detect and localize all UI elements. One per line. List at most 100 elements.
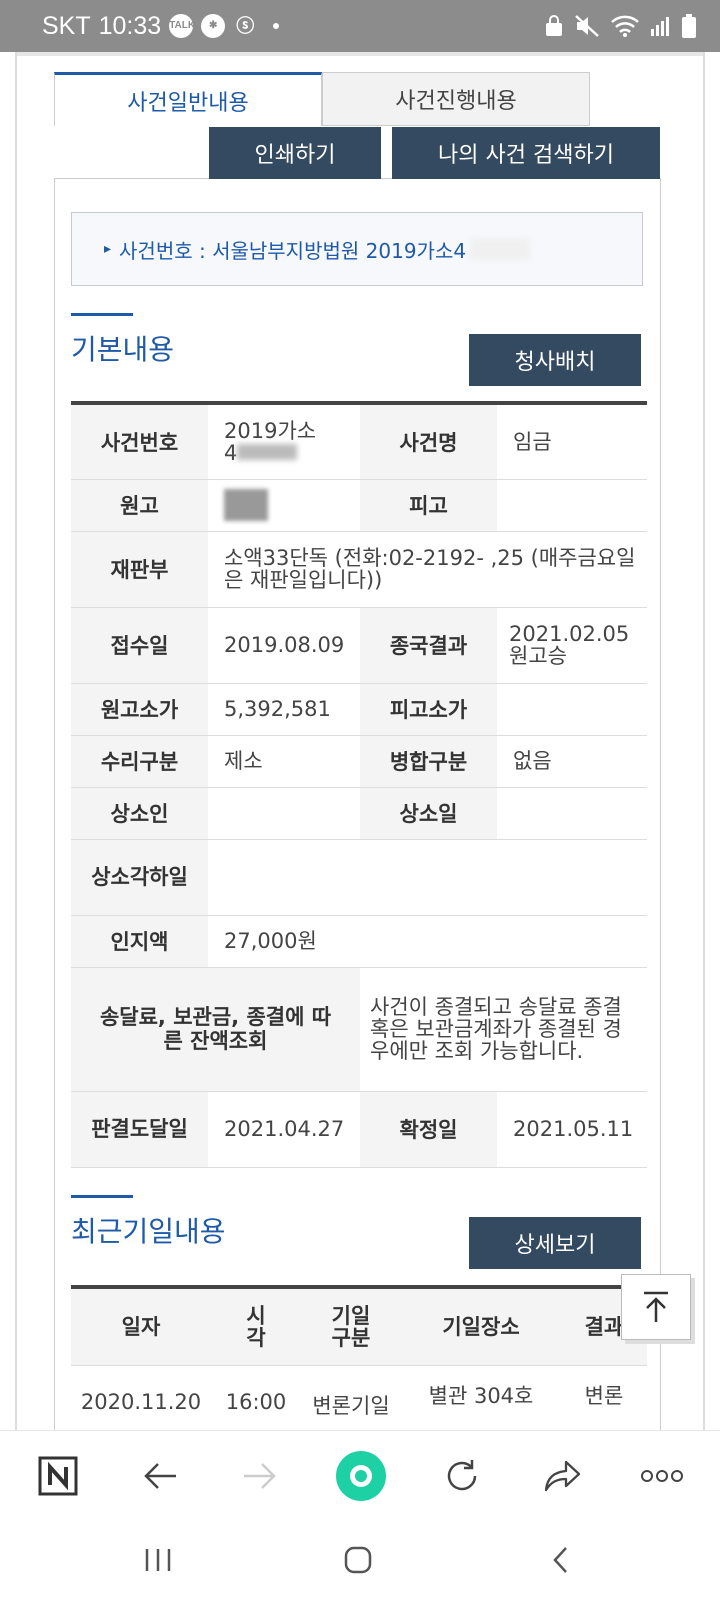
bullet-icon: ▸ xyxy=(104,241,112,257)
table-row: 송달료, 보관금, 종결에 따른 잔액조회 사건이 종결되고 송달료 종결 혹은… xyxy=(71,967,647,1092)
settings-badge-icon: ✱ xyxy=(201,14,226,38)
row-place: 별관 304호 xyxy=(428,1383,534,1408)
final-result-label: 종국결과 xyxy=(360,607,497,684)
judgment-delivery-label: 판결도달일 xyxy=(71,1091,208,1168)
section-accent-bar xyxy=(71,313,133,316)
case-name-label: 사건명 xyxy=(360,403,497,480)
table-row: 원고소가 5,392,581 피고소가 xyxy=(71,683,647,736)
plaintiff-value xyxy=(208,479,360,532)
recent-apps-button[interactable] xyxy=(128,1520,188,1600)
plaintiff-label: 원고 xyxy=(71,479,208,532)
defendant-label: 피고 xyxy=(360,479,497,532)
green-dot-icon xyxy=(336,1451,386,1501)
row-result: 변론 xyxy=(584,1383,624,1408)
received-date-label: 접수일 xyxy=(71,607,208,684)
acceptance-type-value: 제소 xyxy=(208,735,360,788)
appeal-dismissal-value xyxy=(208,839,647,916)
more-dots-icon xyxy=(641,1470,683,1482)
carrier: SKT xyxy=(42,11,91,40)
defendant-claim-label: 피고소가 xyxy=(360,683,497,736)
case-no-label: 사건번호 xyxy=(71,403,208,480)
table-row: 상소각하일 xyxy=(71,839,647,916)
plaintiff-claim-value: 5,392,581 xyxy=(208,683,360,736)
table-header-row: 일자 시각 기일구분 기일장소 결과 xyxy=(71,1287,647,1366)
table-row: 원고 피고 xyxy=(71,479,647,532)
share-button[interactable] xyxy=(532,1431,592,1521)
system-back-button[interactable] xyxy=(530,1520,590,1600)
section-accent-bar xyxy=(71,1195,133,1198)
confirmed-date-label: 확정일 xyxy=(360,1091,497,1168)
balance-inquiry-label: 송달료, 보관금, 종결에 따른 잔액조회 xyxy=(71,967,360,1092)
appeal-date-value xyxy=(497,787,647,840)
appeal-dismissal-label: 상소각하일 xyxy=(71,839,208,916)
scroll-to-top-button[interactable] xyxy=(621,1274,691,1340)
print-button[interactable]: 인쇄하기 xyxy=(209,127,381,179)
case-number-box: ▸ 사건번호 : 서울남부지방법원 2019가소4 xyxy=(71,212,643,286)
arrow-up-icon xyxy=(644,1291,668,1322)
green-dot-button[interactable] xyxy=(330,1431,392,1521)
basic-info-table: 사건번호 2019가소 4 사건명 임금 원고 피고 재판부 소액33단독 (전화… xyxy=(71,401,647,1168)
tab-general-info[interactable]: 사건일반내용 xyxy=(54,72,322,126)
share-arrow-icon xyxy=(544,1460,581,1492)
appeal-date-label: 상소일 xyxy=(360,787,497,840)
naver-n-icon xyxy=(38,1456,78,1496)
page-top-divider xyxy=(17,52,703,56)
home-button[interactable] xyxy=(328,1520,388,1600)
battery-icon xyxy=(682,14,696,38)
redacted-block xyxy=(224,489,268,521)
merge-type-value: 없음 xyxy=(497,735,647,788)
appellant-label: 상소인 xyxy=(71,787,208,840)
table-row: 인지액 27,000원 xyxy=(71,915,647,968)
home-icon xyxy=(344,1546,372,1574)
more-notifications-dot xyxy=(273,23,280,29)
redacted-text xyxy=(237,443,298,460)
basic-info-title: 기본내용 xyxy=(71,333,175,366)
col-place-header: 기일장소 xyxy=(401,1287,561,1366)
col-date-header: 일자 xyxy=(71,1287,211,1366)
case-number-text: 사건번호 : 서울남부지방법원 2019가소4 xyxy=(119,238,467,263)
stamp-fee-value: 27,000원 xyxy=(208,915,647,968)
appellant-value xyxy=(208,787,360,840)
search-my-case-button[interactable]: 나의 사건 검색하기 xyxy=(392,127,660,179)
refresh-icon xyxy=(447,1460,477,1491)
system-navigation-bar xyxy=(0,1520,720,1600)
court-value: 소액33단독 (전화:02-2192- ,25 (매주금요일은 재판일입니다)) xyxy=(208,531,647,608)
status-bar: SKT 10:33 TALK ✱ ⓢ xyxy=(0,0,720,52)
recent-apps-icon xyxy=(145,1549,171,1571)
court-label: 재판부 xyxy=(71,531,208,608)
lock-icon xyxy=(546,15,562,36)
reload-button[interactable] xyxy=(432,1431,492,1521)
wifi-icon xyxy=(611,15,639,37)
more-menu-button[interactable] xyxy=(632,1431,692,1521)
browser-toolbar xyxy=(0,1430,720,1520)
tab-progress-info[interactable]: 사건진행내용 xyxy=(322,72,590,126)
defendant-claim-value xyxy=(497,683,647,736)
stamp-fee-label: 인지액 xyxy=(71,915,208,968)
row-type: 변론기일 xyxy=(312,1393,390,1418)
table-row: 접수일 2019.08.09 종국결과 2021.02.05 원고승 xyxy=(71,607,647,684)
naver-home-button[interactable] xyxy=(28,1431,88,1521)
row-time: 16:00 xyxy=(225,1389,287,1414)
back-button[interactable] xyxy=(130,1431,190,1521)
talk-icon: TALK xyxy=(169,14,195,38)
mute-icon xyxy=(575,15,599,37)
row-date: 2020.11.20 xyxy=(80,1389,202,1414)
building-layout-button[interactable]: 청사배치 xyxy=(469,334,641,386)
s-pass-icon: ⓢ xyxy=(236,16,255,36)
final-result-value: 2021.02.05 원고승 xyxy=(497,607,647,684)
merge-type-label: 병합구분 xyxy=(360,735,497,788)
forward-button[interactable] xyxy=(230,1431,290,1521)
table-row: 수리구분 제소 병합구분 없음 xyxy=(71,735,647,788)
confirmed-date-value: 2021.05.11 xyxy=(497,1091,647,1168)
balance-inquiry-text: 사건이 종결되고 송달료 종결 혹은 보관금계좌가 종결된 경우에만 조회 가능… xyxy=(360,967,647,1092)
plaintiff-claim-label: 원고소가 xyxy=(71,683,208,736)
details-button[interactable]: 상세보기 xyxy=(469,1217,641,1269)
col-time-header: 시각 xyxy=(211,1287,301,1366)
defendant-value xyxy=(497,479,647,532)
recent-hearings-table: 일자 시각 기일구분 기일장소 결과 2020.11.20 16:00 변론기일… xyxy=(71,1285,647,1425)
arrow-right-icon xyxy=(244,1463,276,1489)
recent-hearings-title: 최근기일내용 xyxy=(71,1215,226,1248)
signal-icon xyxy=(651,17,669,36)
table-row: 상소인 상소일 xyxy=(71,787,647,840)
redacted-case-digits xyxy=(470,238,531,260)
